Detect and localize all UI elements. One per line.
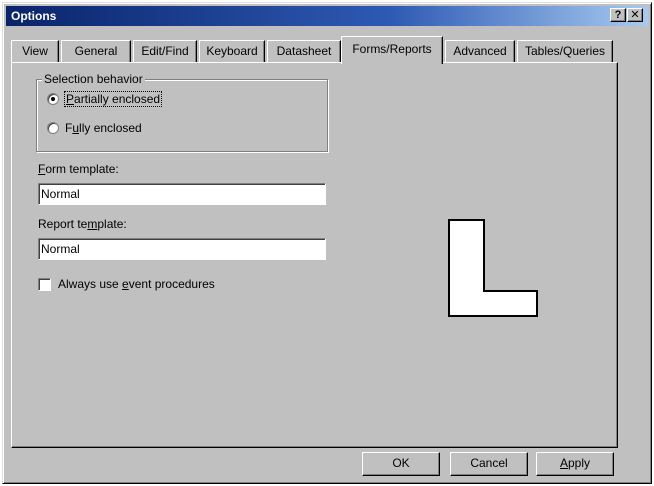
- forms-reports-panel: Selection behavior Partially enclosed Fu…: [11, 62, 618, 448]
- fully-enclosed-option[interactable]: Fully enclosed: [47, 119, 142, 137]
- event-procedures-label: Always use event procedures: [58, 277, 215, 291]
- tab-tables-queries[interactable]: Tables/Queries: [517, 40, 613, 62]
- tab-general[interactable]: General: [61, 40, 131, 62]
- ok-button[interactable]: OK: [362, 452, 440, 476]
- fully-enclosed-label: Fully enclosed: [65, 121, 142, 135]
- tab-keyboard[interactable]: Keyboard: [199, 40, 265, 62]
- partially-enclosed-radio[interactable]: [47, 93, 59, 105]
- event-procedures-option[interactable]: Always use event procedures: [38, 277, 215, 291]
- form-template-label: Form template:: [38, 162, 119, 176]
- fully-enclosed-radio[interactable]: [47, 122, 59, 134]
- l-shape-selection-preview-icon: [448, 219, 538, 317]
- tab-view[interactable]: View: [11, 40, 59, 62]
- tab-forms-reports[interactable]: Forms/Reports: [341, 36, 443, 64]
- report-template-input[interactable]: Normal: [38, 238, 326, 260]
- options-dialog: Options ? ✕ View General Edit/Find Keybo…: [2, 2, 652, 484]
- tab-advanced[interactable]: Advanced: [445, 40, 515, 62]
- tab-datasheet[interactable]: Datasheet: [267, 40, 341, 62]
- event-procedures-checkbox[interactable]: [38, 277, 51, 291]
- partially-enclosed-option[interactable]: Partially enclosed: [47, 90, 163, 108]
- partially-enclosed-label: Partially enclosed: [63, 91, 163, 107]
- tab-edit-find[interactable]: Edit/Find: [133, 40, 197, 62]
- form-template-input[interactable]: Normal: [38, 183, 326, 205]
- selection-behavior-group: Selection behavior Partially enclosed Fu…: [36, 72, 328, 152]
- apply-button[interactable]: Apply: [536, 452, 614, 476]
- selection-behavior-legend: Selection behavior: [42, 72, 145, 86]
- report-template-label: Report template:: [38, 217, 127, 231]
- cancel-button[interactable]: Cancel: [450, 452, 528, 476]
